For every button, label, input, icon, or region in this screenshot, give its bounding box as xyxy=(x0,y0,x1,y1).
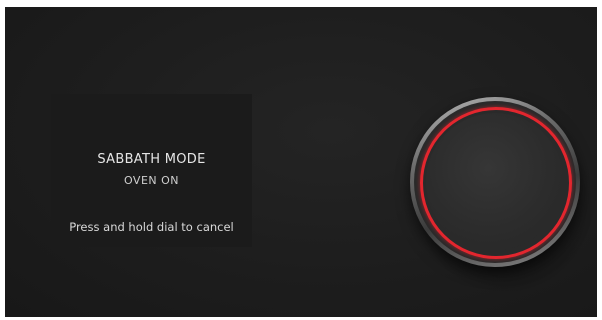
dial-face[interactable] xyxy=(426,113,564,251)
cancel-instruction: Press and hold dial to cancel xyxy=(69,220,234,234)
oven-control-screen: SABBATH MODE OVEN ON Press and hold dial… xyxy=(5,7,597,317)
oven-status: OVEN ON xyxy=(123,174,180,187)
mode-display-panel: SABBATH MODE OVEN ON Press and hold dial… xyxy=(51,94,252,247)
control-dial[interactable] xyxy=(410,97,580,267)
mode-title: SABBATH MODE xyxy=(97,152,206,167)
